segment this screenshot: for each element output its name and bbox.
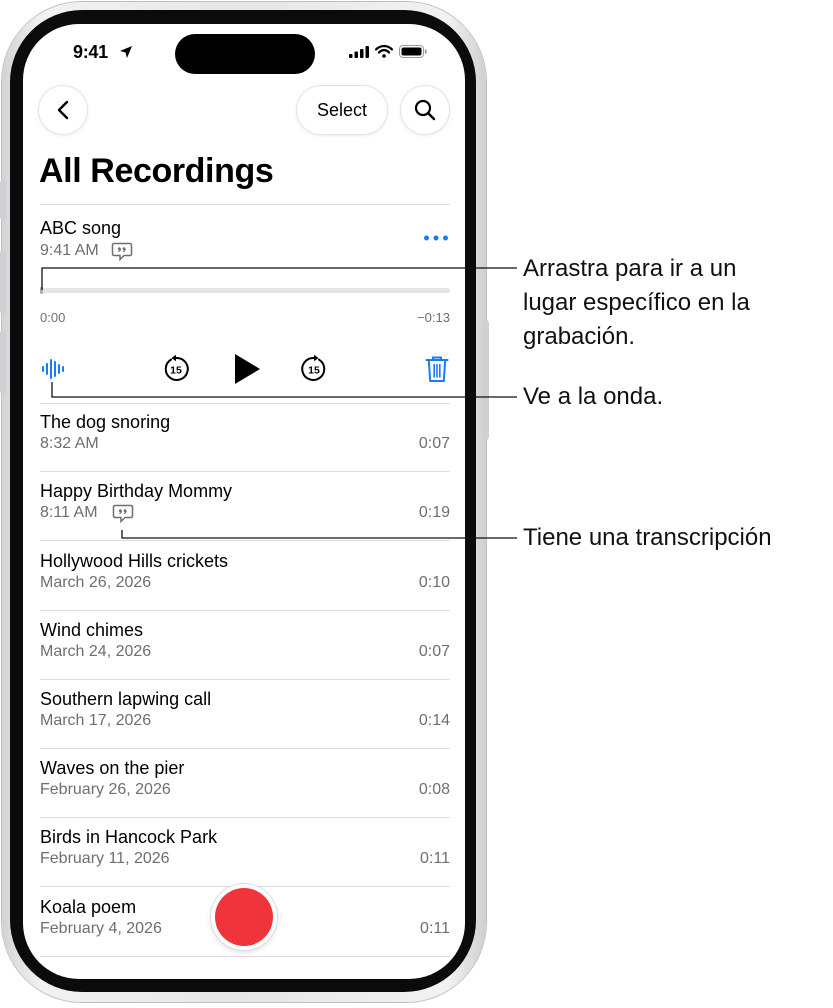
callout-scrubber-line: grabación. <box>523 323 636 350</box>
callout-scrubber-line: lugar específico en la <box>523 289 750 316</box>
callout-waveform: Ve a la onda. <box>523 383 664 410</box>
callout-transcript: Tiene una transcripción <box>523 524 772 551</box>
callout-scrubber: Arrastra para ir a un lugar específico e… <box>523 252 750 354</box>
callout-lines <box>41 267 517 539</box>
callout-line-transcript <box>121 530 517 539</box>
callout-scrubber-line: Arrastra para ir a un <box>523 255 737 282</box>
callout-line-waveform <box>51 382 517 398</box>
callout-line-scrubber <box>41 267 517 290</box>
